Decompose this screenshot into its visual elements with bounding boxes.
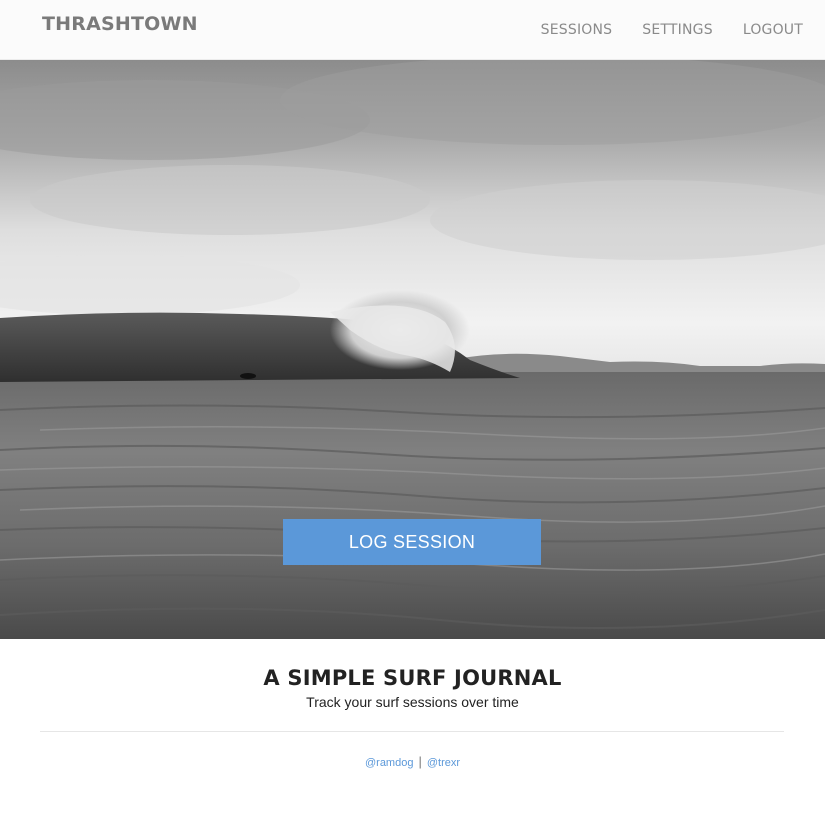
footer: @ramdog | @trexr [0, 754, 825, 769]
navbar: THRASHTOWN SESSIONS SETTINGS LOGOUT [0, 0, 825, 60]
footer-separator: | [418, 754, 422, 769]
footer-divider [40, 731, 784, 732]
hero-banner: LOG SESSION [0, 60, 825, 639]
page-subtitle: Track your surf sessions over time [306, 694, 519, 710]
brand-logo-link[interactable]: THRASHTOWN [42, 13, 198, 35]
page-title: A SIMPLE SURF JOURNAL [263, 666, 562, 690]
footer-link-ramdog[interactable]: @ramdog [365, 757, 413, 769]
nav-link-sessions[interactable]: SESSIONS [541, 22, 613, 38]
nav-link-logout[interactable]: LOGOUT [743, 22, 803, 38]
footer-link-trexr[interactable]: @trexr [427, 757, 460, 769]
nav-link-settings[interactable]: SETTINGS [642, 22, 713, 38]
nav-menu: SESSIONS SETTINGS LOGOUT [511, 0, 803, 60]
log-session-button[interactable]: LOG SESSION [283, 519, 541, 565]
